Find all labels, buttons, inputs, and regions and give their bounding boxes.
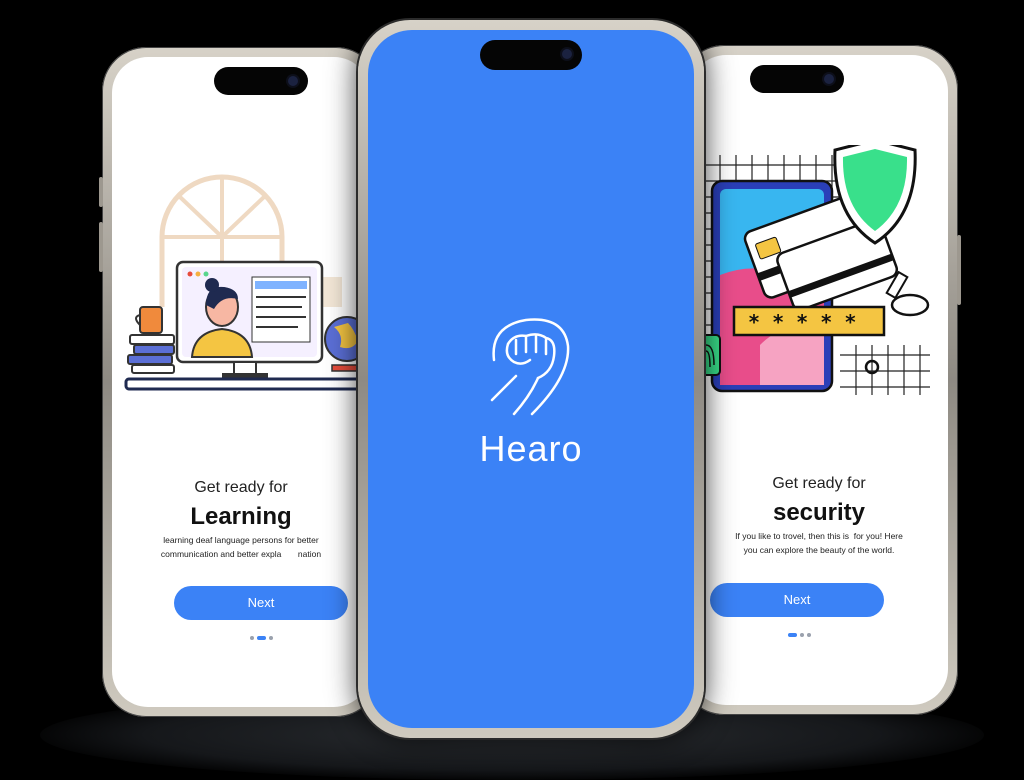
onboarding-description: learning deaf language persons for bette… [112, 533, 370, 561]
page-dot-active [257, 636, 266, 640]
page-dot-active [788, 633, 797, 637]
learning-illustration [124, 174, 370, 391]
page-indicator [788, 633, 811, 637]
page-dot [800, 633, 804, 637]
onboarding-description: If you like to trovel, then this is for … [690, 529, 948, 557]
power-button [957, 235, 961, 305]
onboarding-screen-security: × * * * * * [690, 55, 948, 705]
page-dot [250, 636, 254, 640]
splash-screen: Hearo [368, 30, 694, 728]
security-illustration: × * * * * * [690, 145, 930, 395]
page-dot [807, 633, 811, 637]
onboarding-subtitle: Get ready for [194, 479, 288, 496]
page-indicator [250, 636, 273, 640]
volume-button [99, 222, 103, 272]
next-button[interactable]: Next [710, 583, 884, 617]
phone-learning: Get ready for Learning learning deaf lan… [99, 47, 380, 717]
password-mask: * * * * * [748, 310, 856, 334]
app-name: Hearo [479, 428, 583, 469]
dynamic-island [480, 40, 582, 70]
description-line: you can explore the beauty of the world. [743, 545, 895, 555]
page-dot [269, 636, 273, 640]
dynamic-island [214, 67, 308, 95]
description-line: If you like to trovel, then this is for … [735, 531, 903, 541]
volume-button [99, 177, 103, 207]
onboarding-screen-learning: Get ready for Learning learning deaf lan… [112, 57, 370, 707]
description-line: learning deaf language persons for bette… [163, 535, 319, 545]
dynamic-island [750, 65, 844, 93]
description-line: communication and better expla nation [160, 549, 322, 559]
onboarding-title: security [772, 499, 866, 526]
next-button[interactable]: Next [174, 586, 348, 620]
onboarding-title: Learning [190, 503, 292, 530]
phone-security: × * * * * * [680, 45, 961, 715]
phone-splash: Hearo [358, 20, 704, 738]
onboarding-subtitle: Get ready for [772, 475, 866, 492]
raised-fist-hand-icon [490, 318, 570, 416]
